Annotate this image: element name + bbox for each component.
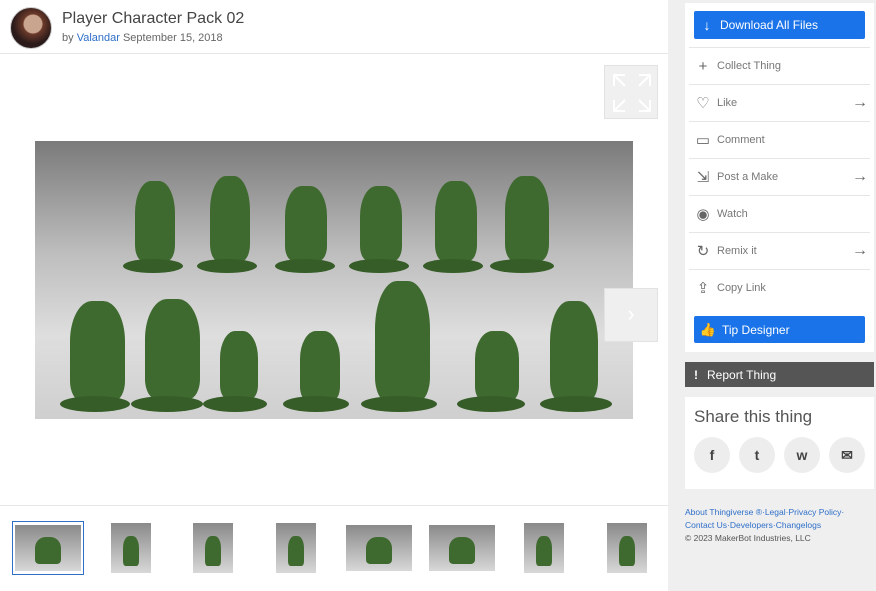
whatsapp-share-button[interactable]: w bbox=[784, 437, 820, 473]
avatar[interactable] bbox=[10, 7, 52, 49]
developers-link[interactable]: Developers bbox=[730, 520, 773, 530]
watch-button[interactable]: ◉ Watch bbox=[689, 195, 870, 232]
collect-label: Collect Thing bbox=[717, 60, 781, 72]
page-title: Player Character Pack 02 bbox=[62, 10, 245, 27]
copyright: © 2023 MakerBot Industries, LLC bbox=[685, 533, 811, 543]
thumbnail-strip bbox=[0, 505, 668, 591]
alert-icon: ! bbox=[694, 367, 698, 382]
share-title: Share this thing bbox=[694, 407, 813, 426]
arrow-right-icon: → bbox=[852, 242, 868, 259]
email-share-button[interactable]: ✉ bbox=[829, 437, 865, 473]
byline: by Valandar September 15, 2018 bbox=[62, 32, 223, 44]
email-icon: ✉ bbox=[841, 447, 853, 463]
like-button[interactable]: ♡ Like → bbox=[689, 84, 870, 121]
comment-button[interactable]: ▭ Comment bbox=[689, 121, 870, 158]
thumbnail[interactable] bbox=[177, 521, 249, 575]
publish-date: September 15, 2018 bbox=[122, 32, 223, 44]
main-column: Player Character Pack 02 by Valandar Sep… bbox=[0, 0, 668, 591]
thing-header: Player Character Pack 02 by Valandar Sep… bbox=[0, 0, 668, 54]
remix-icon: ↻ bbox=[696, 243, 710, 260]
make-icon: ⇲ bbox=[696, 169, 710, 186]
actions-panel: ↓ Download All Files + Collect Thing ♡ L… bbox=[685, 3, 874, 352]
share-panel: Share this thing f t w ✉ bbox=[685, 397, 874, 489]
copy-link-button[interactable]: ⇪ Copy Link bbox=[689, 269, 870, 306]
report-thing-button[interactable]: ! Report Thing bbox=[685, 362, 874, 387]
thumbnail[interactable] bbox=[343, 521, 415, 575]
tip-designer-button[interactable]: 👍 Tip Designer bbox=[694, 316, 865, 343]
eye-icon: ◉ bbox=[696, 206, 710, 223]
thumbs-up-icon: 👍 bbox=[699, 321, 717, 337]
remix-button[interactable]: ↻ Remix it → bbox=[689, 232, 870, 269]
watch-label: Watch bbox=[717, 208, 748, 220]
about-link[interactable]: About Thingiverse ® bbox=[685, 507, 762, 517]
facebook-icon: f bbox=[709, 447, 715, 463]
thumbnail[interactable] bbox=[591, 521, 663, 575]
fullscreen-button[interactable] bbox=[604, 65, 658, 119]
main-image[interactable] bbox=[35, 141, 633, 419]
heart-icon: ♡ bbox=[696, 95, 710, 112]
download-label: Download All Files bbox=[720, 18, 819, 32]
by-label: by bbox=[62, 32, 74, 44]
twitter-share-button[interactable]: t bbox=[739, 437, 775, 473]
report-label: Report Thing bbox=[707, 367, 777, 382]
arrow-right-icon: → bbox=[852, 94, 868, 111]
footer-links: About Thingiverse ®·Legal·Privacy Policy… bbox=[685, 506, 874, 545]
thumbnail[interactable] bbox=[12, 521, 84, 575]
remix-label: Remix it bbox=[717, 245, 757, 257]
facebook-share-button[interactable]: f bbox=[694, 437, 730, 473]
comment-label: Comment bbox=[717, 134, 765, 146]
twitter-icon: t bbox=[754, 447, 760, 463]
copy-link-label: Copy Link bbox=[717, 282, 766, 294]
legal-link[interactable]: Legal bbox=[765, 507, 786, 517]
thumbnail[interactable] bbox=[95, 521, 167, 575]
thumbnail[interactable] bbox=[508, 521, 580, 575]
post-make-label: Post a Make bbox=[717, 171, 779, 183]
share-out-icon: ⇪ bbox=[696, 280, 710, 297]
download-all-button[interactable]: ↓ Download All Files bbox=[694, 11, 865, 39]
plus-icon: + bbox=[698, 57, 708, 75]
post-a-make-button[interactable]: ⇲ Post a Make → bbox=[689, 158, 870, 195]
changelogs-link[interactable]: Changelogs bbox=[776, 520, 821, 530]
thumbnail[interactable] bbox=[260, 521, 332, 575]
next-image-button[interactable]: › bbox=[604, 288, 658, 342]
arrow-right-icon: → bbox=[852, 168, 868, 185]
collect-thing-button[interactable]: + Collect Thing bbox=[689, 47, 870, 84]
thumbnail[interactable] bbox=[426, 521, 498, 575]
image-viewer: › bbox=[0, 55, 668, 505]
author-link[interactable]: Valandar bbox=[77, 32, 120, 44]
contact-link[interactable]: Contact Us bbox=[685, 520, 727, 530]
download-icon: ↓ bbox=[703, 17, 711, 33]
whatsapp-icon: w bbox=[796, 447, 808, 463]
comment-icon: ▭ bbox=[695, 132, 711, 149]
expand-icon bbox=[613, 74, 651, 112]
tip-label: Tip Designer bbox=[722, 322, 790, 337]
privacy-link[interactable]: Privacy Policy bbox=[788, 507, 841, 517]
like-label: Like bbox=[717, 97, 738, 109]
